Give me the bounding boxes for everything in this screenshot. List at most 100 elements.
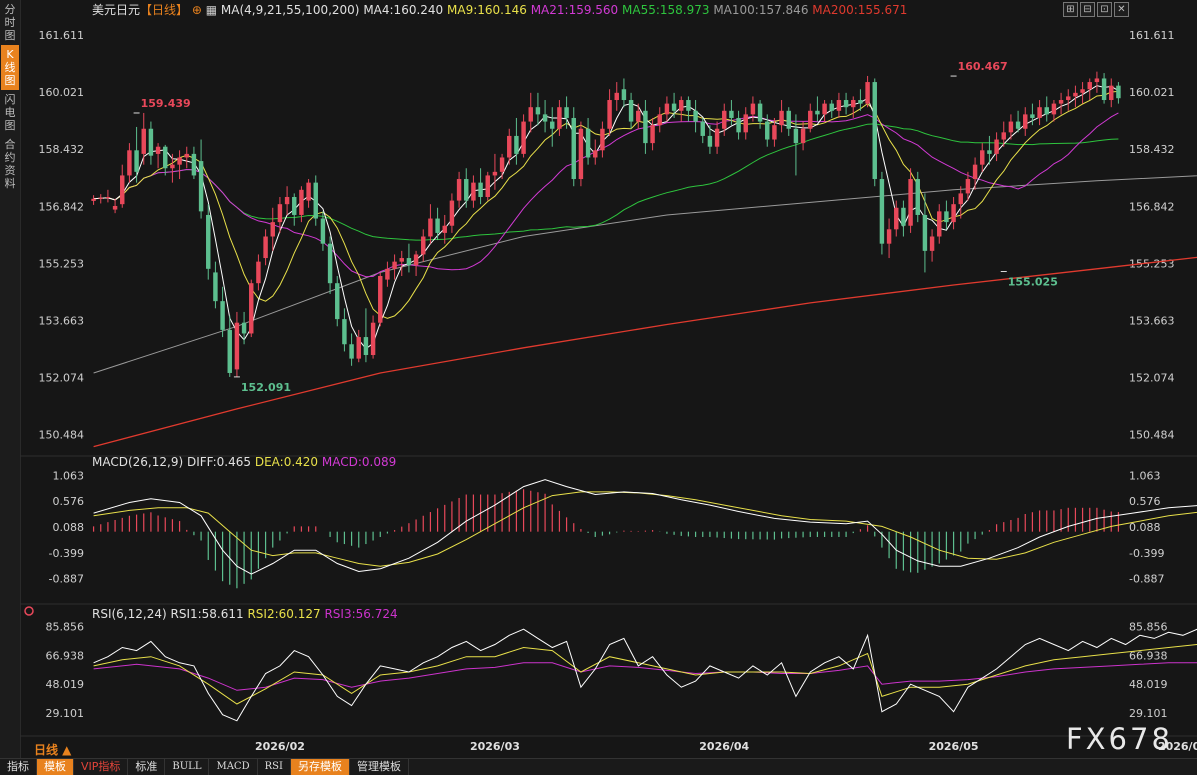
record-icon <box>24 606 34 616</box>
candle-body <box>1023 114 1028 129</box>
x-tick-label: 2026/03 <box>470 740 520 753</box>
candle-body <box>585 128 591 158</box>
rsi3-value: RSI3:56.724 <box>321 607 398 621</box>
restore-icon[interactable]: ⊡ <box>1097 2 1112 17</box>
price-tick-right: 158.432 <box>1129 143 1175 156</box>
high-label: 159.439 <box>141 97 191 110</box>
bottom-tab-manage-template[interactable]: 管理模板 <box>350 759 409 775</box>
rsi-tick-right: 29.101 <box>1129 707 1168 720</box>
bottom-tab-bull[interactable]: BULL <box>165 759 210 775</box>
candle-body <box>478 182 483 197</box>
close-icon[interactable]: ✕ <box>1114 2 1129 17</box>
bottom-tab-template[interactable]: 模板 <box>37 759 74 775</box>
price-tick-right: 161.611 <box>1129 29 1175 42</box>
candle-body <box>972 164 978 180</box>
candle-body <box>578 128 584 180</box>
bottom-tab-macd[interactable]: MACD <box>209 759 258 775</box>
x-tick-label: 2026/05 <box>929 740 979 753</box>
price-tick-left: 156.842 <box>39 200 85 213</box>
candle-body <box>213 272 218 302</box>
candle-body <box>105 196 111 198</box>
candle-body <box>442 225 447 233</box>
candle-body <box>937 211 942 237</box>
candle-body <box>994 139 999 154</box>
candle-body <box>879 179 885 244</box>
macd-diff-value: DIFF:0.465 <box>183 455 251 469</box>
macd-tick-right: -0.887 <box>1129 573 1164 586</box>
candle-body <box>464 179 469 201</box>
rsi1-line <box>93 628 1197 722</box>
candle-body <box>915 179 920 215</box>
bottom-tab-standard[interactable]: 标准 <box>128 759 166 775</box>
x-tick-label: 2026/04 <box>699 740 749 753</box>
period-selector[interactable]: 日线 ▲ <box>34 741 71 758</box>
macd-dea-line <box>93 491 1197 567</box>
candle-body <box>155 146 161 154</box>
candle-body <box>1001 132 1006 140</box>
candle-body <box>507 135 512 158</box>
candle-body <box>163 146 168 169</box>
candle-body <box>1116 85 1121 99</box>
candle-body <box>822 103 827 115</box>
candle-body <box>499 157 505 172</box>
price-tick-right: 156.842 <box>1129 200 1175 213</box>
candle-body <box>1037 107 1042 118</box>
candle-body <box>349 344 354 359</box>
kline-chart[interactable]: 161.611 161.611 160.021 160.021 158.432 158.4… <box>0 0 1197 758</box>
price-tick-left: 155.253 <box>39 257 85 270</box>
bottom-tab-indicators[interactable]: 指标 <box>0 759 37 775</box>
ma-params: MA(4,9,21,55,100,200) <box>221 3 360 17</box>
candle-body <box>650 125 655 144</box>
low-label: 152.091 <box>241 381 291 394</box>
x-tick-label: 2026/02 <box>255 740 305 753</box>
bottom-tab-save-template[interactable]: 另存模板 <box>290 759 350 775</box>
candle-body <box>657 114 662 126</box>
candle-body <box>306 182 311 201</box>
candle-body <box>779 110 784 126</box>
candle-body <box>184 153 189 158</box>
candle-body <box>686 100 691 111</box>
price-tick-right: 150.484 <box>1129 429 1175 442</box>
price-tick-right: 153.663 <box>1129 314 1175 327</box>
macd-tick-left: -0.887 <box>49 573 84 586</box>
candle-body <box>865 82 870 104</box>
rsi-tick-right: 85.856 <box>1129 620 1168 633</box>
candle-body <box>808 110 813 129</box>
bottom-tab-vip[interactable]: VIP指标 <box>74 759 129 775</box>
candle-body <box>413 254 419 266</box>
collapse-icon[interactable]: ⊟ <box>1080 2 1095 17</box>
price-tick-right: 160.021 <box>1129 86 1175 99</box>
candle-body <box>370 322 376 356</box>
rsi-tick-right: 48.019 <box>1129 678 1168 691</box>
candle-body <box>270 222 275 237</box>
candle-body <box>614 92 619 101</box>
rsi-tick-left: 85.856 <box>46 620 85 633</box>
candle-body <box>148 128 154 156</box>
rsi2-line <box>93 644 1197 705</box>
candle-body <box>679 100 684 111</box>
candle-body <box>851 100 856 108</box>
bottom-tab-rsi[interactable]: RSI <box>258 759 291 775</box>
price-tick-left: 152.074 <box>39 372 85 385</box>
candle-body <box>965 179 971 194</box>
candle-body <box>786 110 791 129</box>
candle-body <box>757 103 763 122</box>
candle-body <box>514 135 519 154</box>
candle-body <box>643 110 648 144</box>
candle-body <box>922 214 928 251</box>
candle-body <box>1051 103 1057 115</box>
candle-body <box>363 337 369 356</box>
candle-body <box>385 268 390 280</box>
ma4-line <box>93 85 1119 350</box>
expand-icon[interactable]: ⊞ <box>1063 2 1078 17</box>
candle-body <box>356 337 361 359</box>
candle-body <box>593 150 598 158</box>
add-icon: ⊕ <box>188 3 206 17</box>
candle-body <box>299 189 304 215</box>
macd-tick-left: -0.399 <box>49 547 84 560</box>
rsi2-value: RSI2:60.127 <box>244 607 321 621</box>
candle-body <box>342 319 347 345</box>
candle-body <box>320 218 326 244</box>
candle-body <box>750 103 756 115</box>
candle-body <box>1015 121 1021 129</box>
